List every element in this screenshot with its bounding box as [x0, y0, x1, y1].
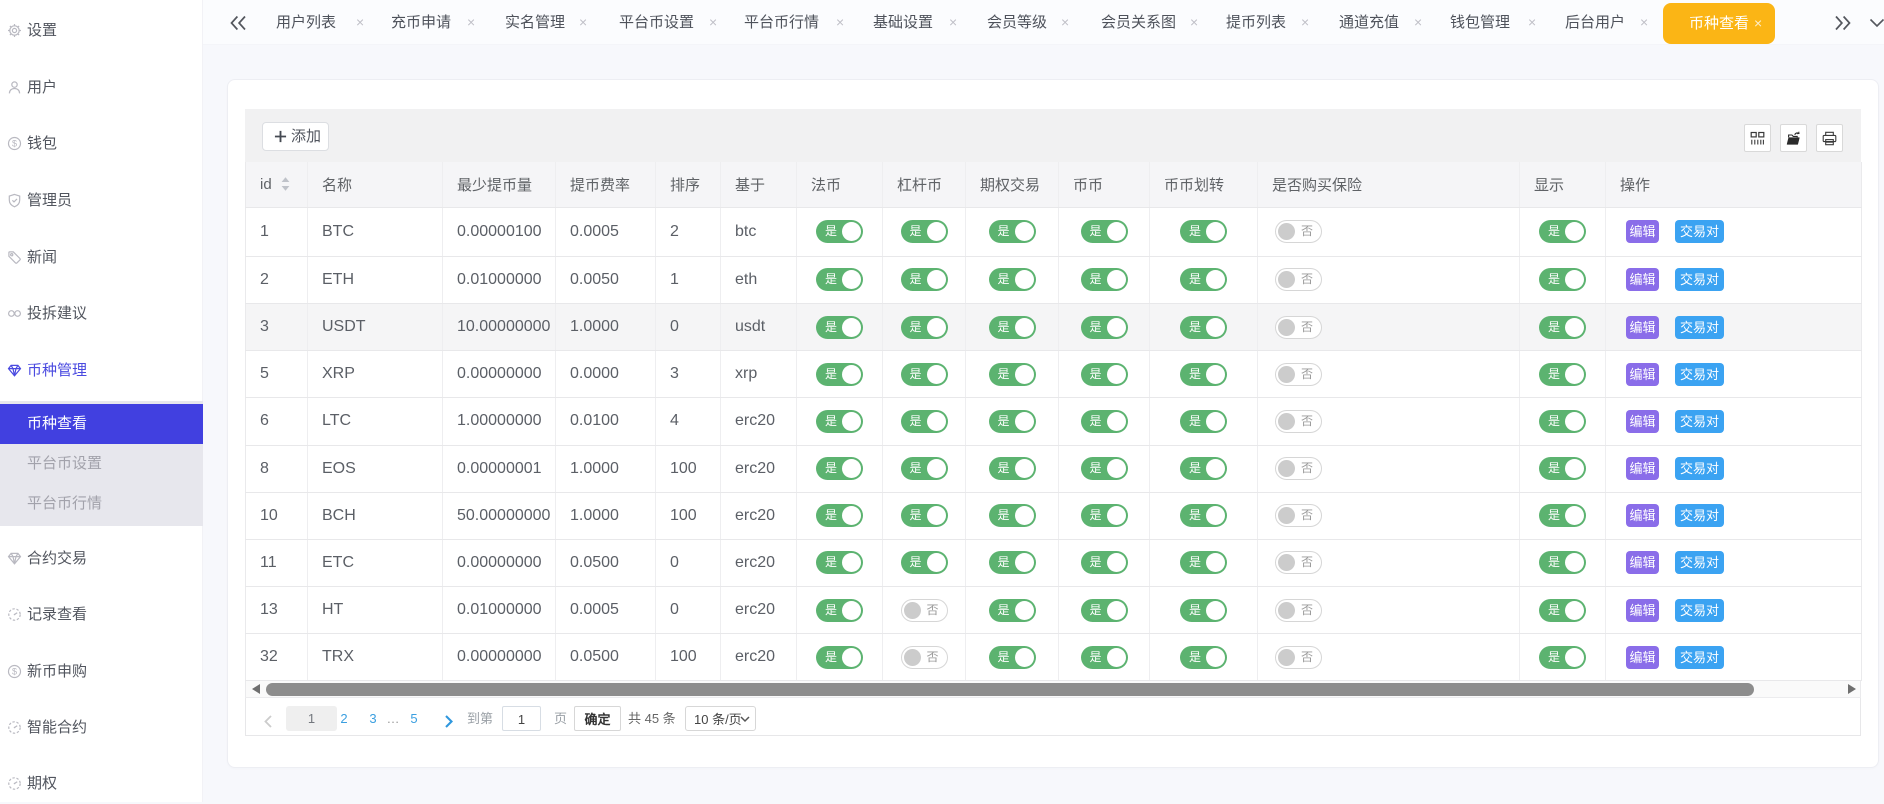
- svg-text:$: $: [12, 139, 17, 149]
- svg-text:$: $: [12, 667, 17, 677]
